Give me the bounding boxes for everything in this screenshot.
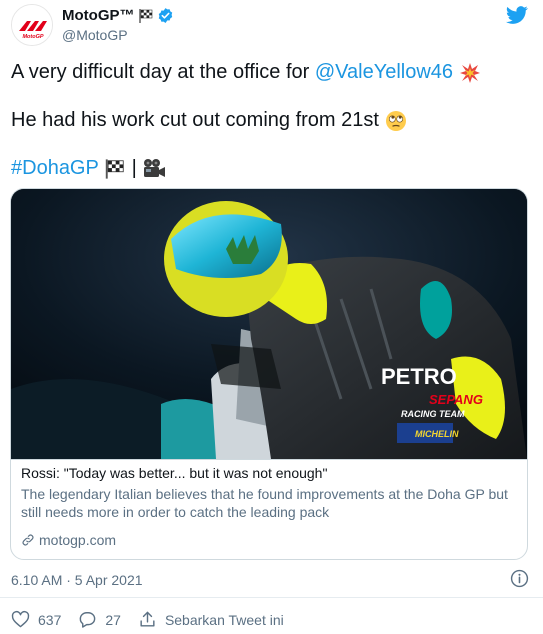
- card-description: The legendary Italian believes that he f…: [21, 486, 508, 520]
- share-icon: [140, 611, 155, 627]
- display-name[interactable]: MotoGP™: [62, 7, 135, 24]
- tweet-text: A very difficult day at the office for: [11, 61, 315, 83]
- reply-bubble-icon: [80, 612, 96, 628]
- card-domain-text[interactable]: motogp.com: [39, 532, 116, 548]
- share-label[interactable]: Sebarkan Tweet ini: [165, 612, 284, 628]
- heart-icon: [11, 610, 30, 628]
- info-icon[interactable]: [510, 569, 529, 588]
- like-count: 637: [38, 611, 62, 628]
- card-image[interactable]: PETRO SEPANG RACING TEAM MICHELIN: [11, 189, 527, 459]
- twitter-bird-icon[interactable]: [505, 4, 529, 26]
- racing-team-text: RACING TEAM: [401, 409, 465, 419]
- michelin-text: MICHELIN: [415, 429, 459, 439]
- divider: [0, 597, 543, 598]
- rider-photo: PETRO SEPANG RACING TEAM MICHELIN: [11, 189, 527, 459]
- action-bar: 637 27 Sebarkan Tweet ini: [11, 610, 301, 629]
- account-handle[interactable]: @MotoGP: [62, 27, 128, 43]
- hashtag-link[interactable]: #DohaGP: [11, 157, 98, 179]
- face-with-rolling-eyes-emoji-icon: [385, 110, 406, 131]
- motogp-logo-icon: MotoGP: [12, 5, 52, 45]
- share-button[interactable]: Sebarkan Tweet ini: [138, 610, 284, 629]
- avatar[interactable]: MotoGP: [11, 4, 53, 46]
- card-title[interactable]: Rossi: "Today was better... but it was n…: [21, 465, 327, 481]
- sponsor-text: PETRO: [381, 364, 457, 389]
- collision-emoji-icon: [459, 62, 480, 83]
- reply-button[interactable]: 27: [78, 610, 121, 629]
- reply-count: 27: [105, 611, 121, 628]
- link-icon: [22, 534, 34, 546]
- chequered-flag-emoji-icon: [105, 159, 124, 179]
- verified-badge-icon: [158, 8, 172, 23]
- tweet-timestamp[interactable]: 6.10 AM · 5 Apr 2021: [11, 572, 143, 588]
- chequered-flag-icon: [138, 8, 152, 23]
- sepang-text: SEPANG: [429, 392, 483, 407]
- like-button[interactable]: 637: [11, 610, 61, 629]
- tweet-text: He had his work cut out coming from 21st: [11, 109, 379, 131]
- tweet-embed: MotoGP MotoGP™ @MotoGP A very difficult …: [0, 0, 543, 634]
- account-name-row[interactable]: MotoGP™: [62, 7, 174, 24]
- tweet-text-line-3: #DohaGP |: [11, 156, 166, 180]
- svg-text:MotoGP: MotoGP: [22, 34, 43, 40]
- link-card[interactable]: PETRO SEPANG RACING TEAM MICHELIN Rossi:…: [10, 188, 528, 560]
- text-separator: |: [131, 157, 137, 179]
- tweet-text-line-1: A very difficult day at the office for @…: [11, 60, 481, 84]
- card-domain[interactable]: motogp.com: [21, 532, 116, 548]
- card-info[interactable]: Rossi: "Today was better... but it was n…: [11, 459, 527, 559]
- movie-camera-emoji-icon: [144, 158, 166, 177]
- mention-link[interactable]: @ValeYellow46: [315, 61, 453, 83]
- tweet-text-line-2: He had his work cut out coming from 21st: [11, 108, 407, 132]
